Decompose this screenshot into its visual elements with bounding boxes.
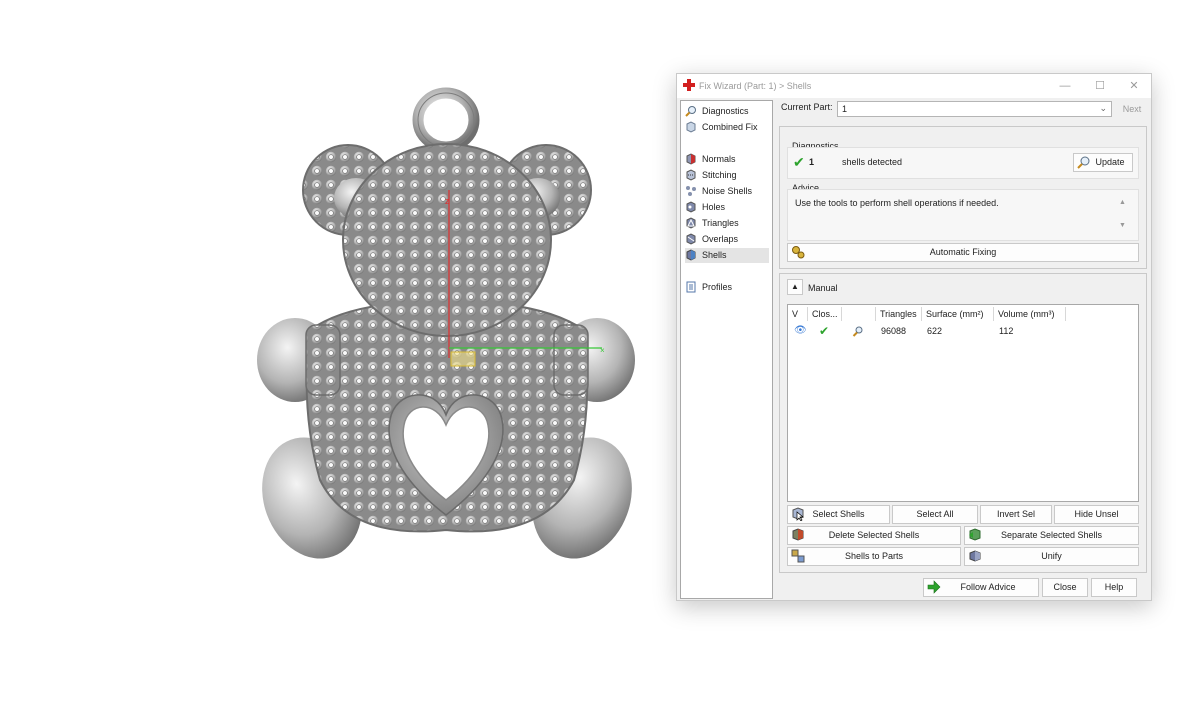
column-header-visible[interactable]: V: [788, 307, 808, 321]
triangles-cell: 96088: [881, 326, 907, 336]
check-icon: ✔: [819, 324, 830, 338]
cube-overlaps-icon: [686, 233, 696, 245]
nav-item-stitching[interactable]: Stitching: [685, 168, 769, 183]
magnifier-icon: [685, 106, 696, 117]
title-bar[interactable]: Fix Wizard (Part: 1) > Shells — ☐ ✕: [677, 74, 1151, 98]
close-window-button[interactable]: ✕: [1119, 76, 1149, 96]
nav-item-shells[interactable]: Shells: [685, 248, 769, 263]
separate-shells-icon: [969, 528, 981, 541]
model-viewport[interactable]: z ×: [240, 80, 660, 580]
green-arrow-icon: [927, 580, 941, 594]
current-part-select[interactable]: 1 ⌄: [837, 101, 1112, 117]
nav-item-combined-fix[interactable]: Combined Fix: [685, 120, 769, 135]
chevron-down-icon: ⌄: [1099, 103, 1107, 113]
volume-cell: 112: [999, 326, 1014, 336]
close-button[interactable]: Close: [1042, 578, 1088, 597]
cube-stitch-icon: [686, 169, 696, 181]
column-header-closed[interactable]: Clos...: [808, 307, 842, 321]
collapse-manual-button[interactable]: ▲: [787, 279, 803, 295]
maximize-button[interactable]: ☐: [1085, 76, 1115, 96]
fix-wizard-dialog: Fix Wizard (Part: 1) > Shells — ☐ ✕ Diag…: [676, 73, 1152, 601]
select-cursor-icon: [792, 507, 804, 521]
shell-count: 1: [809, 157, 815, 167]
cube-holes-icon: [686, 201, 696, 213]
advice-text: Use the tools to perform shell operation…: [795, 198, 999, 208]
column-header-triangles[interactable]: Triangles: [876, 307, 922, 321]
current-part-label: Current Part:: [781, 102, 833, 112]
delete-shells-icon: [792, 528, 804, 541]
column-header-tool[interactable]: [842, 307, 876, 321]
teddy-bear-pendant-model: z ×: [257, 87, 635, 559]
nav-item-noise-shells[interactable]: Noise Shells: [685, 184, 769, 199]
cube-triangles-icon: [686, 217, 696, 229]
magnifier-icon: [1077, 156, 1090, 169]
help-button[interactable]: Help: [1091, 578, 1137, 597]
column-header-surface[interactable]: Surface (mm²): [922, 307, 994, 321]
document-icon: [686, 281, 696, 293]
nav-item-normals[interactable]: Normals: [685, 152, 769, 167]
check-icon: ✔: [793, 154, 805, 170]
automatic-fixing-button[interactable]: Automatic Fixing: [787, 243, 1139, 262]
window-title: Fix Wizard (Part: 1) > Shells: [699, 81, 812, 91]
svg-text:z: z: [445, 196, 450, 206]
nav-item-profiles[interactable]: Profiles: [685, 280, 769, 295]
manual-title: Manual: [808, 283, 838, 293]
shells-to-parts-icon: [791, 549, 805, 563]
nav-item-holes[interactable]: Holes: [685, 200, 769, 215]
follow-advice-button[interactable]: Follow Advice: [923, 578, 1039, 597]
cube-red-icon: [686, 153, 696, 165]
fix-wizard-icon: [683, 79, 695, 91]
cube-icon: [686, 121, 696, 133]
shells-table[interactable]: V Clos... Triangles Surface (mm²) Volume…: [787, 304, 1139, 502]
nav-item-triangles[interactable]: Triangles: [685, 216, 769, 231]
wizard-nav: Diagnostics Combined Fix Normals Stitchi…: [680, 100, 773, 599]
shells-detected-text: shells detected: [842, 157, 903, 167]
unify-button[interactable]: Unify: [964, 547, 1139, 566]
gears-icon: [792, 246, 805, 259]
select-all-button[interactable]: Select All: [892, 505, 978, 524]
nav-item-diagnostics[interactable]: Diagnostics: [685, 104, 769, 119]
hide-unsel-button[interactable]: Hide Unsel: [1054, 505, 1139, 524]
separate-selected-shells-button[interactable]: Separate Selected Shells: [964, 526, 1139, 545]
column-header-volume[interactable]: Volume (mm³): [994, 307, 1066, 321]
invert-sel-button[interactable]: Invert Sel: [980, 505, 1052, 524]
delete-selected-shells-button[interactable]: Delete Selected Shells: [787, 526, 961, 545]
magnifier-icon[interactable]: [852, 325, 864, 337]
eye-icon[interactable]: 👁: [794, 324, 807, 338]
noise-shells-icon: [686, 186, 696, 196]
scroll-up-arrow[interactable]: ▲: [1119, 199, 1126, 206]
current-part-value: 1: [842, 104, 848, 114]
advice-box: [787, 189, 1139, 241]
select-shells-button[interactable]: Select Shells: [787, 505, 890, 524]
minimize-button[interactable]: —: [1050, 76, 1080, 96]
next-button[interactable]: Next: [1117, 100, 1147, 119]
scroll-down-arrow[interactable]: ▼: [1119, 222, 1126, 229]
surface-cell: 622: [927, 326, 943, 336]
unify-icon: [969, 550, 981, 562]
cube-shells-icon: [686, 249, 696, 261]
svg-text:×: ×: [600, 346, 605, 355]
update-button[interactable]: Update: [1073, 153, 1133, 172]
shells-to-parts-button[interactable]: Shells to Parts: [787, 547, 961, 566]
nav-item-overlaps[interactable]: Overlaps: [685, 232, 769, 247]
